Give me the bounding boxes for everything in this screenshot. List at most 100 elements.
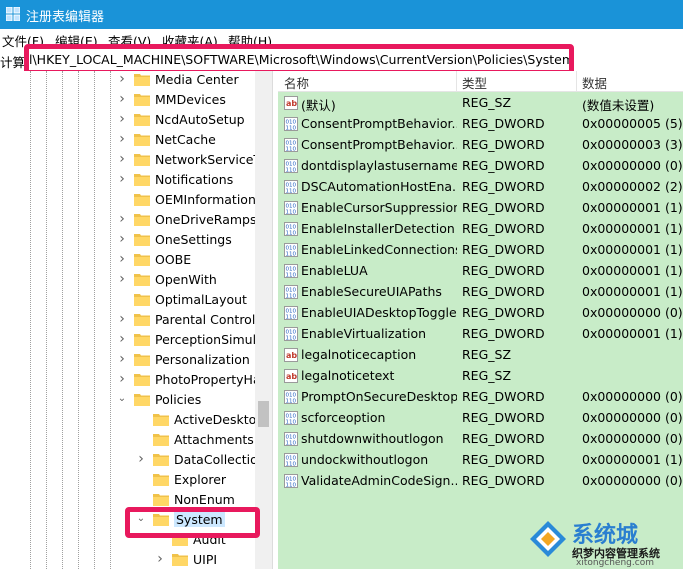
value-row[interactable]: 010 110 EnableUIADesktopToggle REG_DWORD 0x0… [278,303,683,324]
tree-item[interactable]: › NetworkServiceT [0,150,261,170]
value-type: REG_DWORD [462,179,545,194]
value-data: 0x00000001 (1) [582,221,683,236]
tree-item[interactable]: › UIPI [0,550,255,569]
address-bar[interactable]: 计算 l\HKEY_LOCAL_MACHINE\SOFTWARE\Microso… [0,49,683,72]
value-row[interactable]: 010 110 DSCAutomationHostEna... REG_DWORD 0x… [278,177,683,198]
value-data: 0x00000003 (3) [582,137,683,152]
tree-item[interactable]: › OneSettings [0,230,255,250]
svg-text:110: 110 [286,168,297,174]
svg-text:110: 110 [286,483,297,489]
value-name: EnableLUA [301,263,368,278]
tree-item[interactable]: ⌄ Policies [0,390,255,410]
value-row[interactable]: 010 110 EnableInstallerDetection REG_DWORD 0… [278,219,683,240]
chevron-right-icon[interactable]: › [116,332,128,346]
tree-scrollbar[interactable] [255,71,272,569]
chevron-right-icon[interactable]: › [116,172,128,186]
value-row[interactable]: ab legalnoticecaption REG_SZ [278,345,683,366]
tree-item[interactable]: › NcdAutoSetup [0,110,255,130]
tree-item[interactable]: › MMDevices [0,90,255,110]
column-data[interactable]: 数据 [582,73,607,92]
value-name: dontdisplaylastusername [301,158,457,173]
value-row[interactable]: 010 110 EnableLinkedConnections REG_DWORD 0x… [278,240,683,261]
svg-text:110: 110 [286,189,297,195]
column-header: 名称 类型 数据 [278,71,683,92]
chevron-right-icon[interactable]: › [116,312,128,326]
menu-file[interactable]: 文件(F) [2,31,44,50]
value-row[interactable]: 010 110 scforceoption REG_DWORD 0x00000000 (… [278,408,683,429]
menu-edit[interactable]: 编辑(E) [55,31,98,50]
value-row[interactable]: 010 110 ValidateAdminCodeSign... REG_DWORD 0… [278,471,683,492]
tree-item[interactable]: OEMInformation [0,190,256,210]
registry-editor-icon [6,7,20,21]
chevron-right-icon[interactable]: › [116,132,128,146]
value-name: shutdownwithoutlogon [301,431,444,446]
chevron-down-icon[interactable]: ⌄ [135,512,147,526]
chevron-right-icon[interactable]: › [116,352,128,366]
menu-bar: 文件(F) 编辑(E) 查看(V) 收藏夹(A) 帮助(H) [0,29,683,49]
value-row[interactable]: 010 110 EnableSecureUIAPaths REG_DWORD 0x000… [278,282,683,303]
tree-item[interactable]: OptimalLayout [0,290,255,310]
chevron-right-icon[interactable]: › [116,152,128,166]
chevron-right-icon[interactable]: › [116,372,128,386]
value-row[interactable]: 010 110 ConsentPromptBehavior... REG_DWORD 0… [278,135,683,156]
chevron-right-icon[interactable]: › [116,252,128,266]
value-row[interactable]: 010 110 EnableCursorSuppression REG_DWORD 0x… [278,198,683,219]
tree-item[interactable]: NonEnum [0,490,255,510]
column-type[interactable]: 类型 [462,73,487,92]
binary-value-icon: 010110 [284,159,298,173]
chevron-right-icon[interactable]: › [116,112,128,126]
chevron-right-icon[interactable]: › [135,452,147,466]
address-path[interactable]: l\HKEY_LOCAL_MACHINE\SOFTWARE\Microsoft\… [29,52,574,67]
column-divider[interactable] [576,71,577,91]
tree-item[interactable]: Explorer [0,470,255,490]
folder-icon [134,114,150,126]
column-name[interactable]: 名称 [284,73,309,92]
value-row[interactable]: 010 110 PromptOnSecureDesktop REG_DWORD 0x00… [278,387,683,408]
tree-item[interactable]: › NetCache [0,130,255,150]
tree-item[interactable]: ⌄ System [0,510,255,530]
tree-item[interactable]: › PerceptionSimula [0,330,264,350]
string-value-icon: ab [284,348,298,362]
value-row[interactable]: ab (默认) REG_SZ (数值未设置) [278,93,683,114]
column-divider[interactable] [456,71,457,91]
value-type: REG_DWORD [462,263,545,278]
tree-item[interactable]: › Media Center [0,71,255,90]
tree-item[interactable]: Attachments [0,430,255,450]
tree-item[interactable]: ActiveDesktop [0,410,264,430]
folder-icon [134,234,150,246]
value-type: REG_DWORD [462,410,545,425]
chevron-right-icon[interactable]: › [116,232,128,246]
tree-item[interactable]: Audit [0,530,255,550]
chevron-right-icon[interactable]: › [154,552,166,566]
value-row[interactable]: 010 110 ConsentPromptBehavior... REG_DWORD 0… [278,114,683,135]
tree-item[interactable]: › Parental Controls [0,310,262,330]
binary-value-icon: 010110 [284,453,298,467]
value-row[interactable]: ab legalnoticetext REG_SZ [278,366,683,387]
tree-scroll-thumb[interactable] [258,401,269,427]
tree-item[interactable]: › Personalization [0,350,255,370]
binary-value-icon: 010110 [284,180,298,194]
string-value-icon: ab [284,369,298,383]
svg-text:110: 110 [286,315,297,321]
menu-favorites[interactable]: 收藏夹(A) [162,31,218,50]
tree-item-label: Notifications [155,172,234,187]
folder-icon [172,554,188,566]
value-row[interactable]: 010 110 EnableVirtualization REG_DWORD 0x000… [278,324,683,345]
tree-item[interactable]: › Notifications [0,170,255,190]
tree-item[interactable]: › OOBE [0,250,255,270]
tree-item[interactable]: › DataCollection [0,450,266,470]
tree-item[interactable]: › OneDriveRamps [0,210,256,230]
chevron-right-icon[interactable]: › [116,212,128,226]
chevron-down-icon[interactable]: ⌄ [116,392,128,406]
value-row[interactable]: 010 110 EnableLUA REG_DWORD 0x00000001 (1) [278,261,683,282]
chevron-right-icon[interactable]: › [116,72,128,86]
tree-item[interactable]: › OpenWith [0,270,255,290]
chevron-right-icon[interactable]: › [116,92,128,106]
chevron-right-icon[interactable]: › [116,272,128,286]
menu-view[interactable]: 查看(V) [108,31,151,50]
value-row[interactable]: 010 110 dontdisplaylastusername REG_DWORD 0x… [278,156,683,177]
value-row[interactable]: 010 110 shutdownwithoutlogon REG_DWORD 0x000… [278,429,683,450]
tree-item[interactable]: › PhotoPropertyHa [0,370,260,390]
menu-help[interactable]: 帮助(H) [228,31,272,50]
value-row[interactable]: 010 110 undockwithoutlogon REG_DWORD 0x00000… [278,450,683,471]
